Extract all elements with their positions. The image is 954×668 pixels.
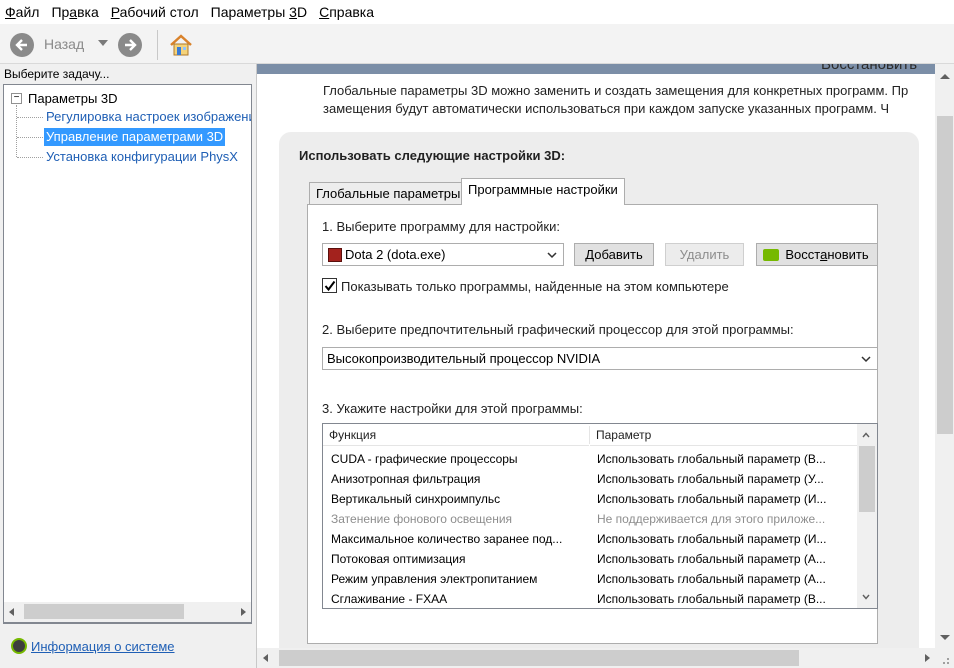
menu-edit[interactable]: Правка bbox=[46, 0, 103, 24]
home-button[interactable] bbox=[168, 33, 194, 57]
system-info-icon bbox=[11, 638, 27, 654]
resize-grip-icon[interactable] bbox=[933, 648, 953, 668]
table-row[interactable]: Вертикальный синхроимпульс Использовать г… bbox=[323, 489, 857, 509]
settings-table: Функция Параметр CUDA - графические проц… bbox=[322, 423, 878, 609]
scroll-up-icon[interactable] bbox=[862, 432, 870, 438]
table-row[interactable]: CUDA - графические процессоры Использоват… bbox=[323, 449, 857, 469]
column-header-value[interactable]: Параметр bbox=[590, 424, 857, 446]
back-button[interactable] bbox=[10, 33, 34, 57]
menu-3d-settings[interactable]: Параметры 3D bbox=[206, 0, 312, 24]
dota2-icon bbox=[328, 248, 342, 262]
program-select[interactable]: Dota 2 (dota.exe) bbox=[322, 243, 564, 266]
tree-root-3d-settings[interactable]: Параметры 3D bbox=[28, 91, 118, 106]
scrollbar-thumb[interactable] bbox=[859, 446, 875, 512]
tree-item-adjust-image-settings[interactable]: Регулировка настроек изображения bbox=[44, 108, 251, 126]
settings-panel: Использовать следующие настройки 3D: Гло… bbox=[279, 132, 919, 648]
step1-label: 1. Выберите программу для настройки: bbox=[322, 219, 560, 234]
table-row[interactable]: Максимальное количество заранее под... Ис… bbox=[323, 529, 857, 549]
task-tree: − Параметры 3D Регулировка настроек изоб… bbox=[3, 84, 252, 624]
home-icon bbox=[170, 34, 192, 56]
scroll-down-icon[interactable] bbox=[940, 635, 950, 640]
scroll-left-icon[interactable] bbox=[9, 608, 14, 616]
back-history-dropdown-icon[interactable] bbox=[98, 40, 108, 46]
scroll-down-icon[interactable] bbox=[862, 594, 870, 600]
step2-label: 2. Выберите предпочтительный графический… bbox=[322, 322, 794, 337]
step3-label: 3. Укажите настройки для этой программы: bbox=[322, 401, 583, 416]
table-row[interactable]: Потоковая оптимизация Использовать глобал… bbox=[323, 549, 857, 569]
back-label[interactable]: Назад bbox=[44, 36, 84, 52]
tab-content: 1. Выберите программу для настройки: Dot… bbox=[307, 204, 878, 644]
panel-title: Использовать следующие настройки 3D: bbox=[299, 148, 566, 163]
toolbar-separator bbox=[157, 30, 158, 60]
collapse-expander-icon[interactable]: − bbox=[11, 93, 22, 104]
scroll-left-icon[interactable] bbox=[263, 654, 268, 662]
chevron-down-icon bbox=[547, 252, 557, 259]
scrollbar-thumb[interactable] bbox=[24, 604, 184, 619]
chevron-down-icon bbox=[861, 356, 871, 363]
tab-global-settings[interactable]: Глобальные параметры bbox=[309, 182, 468, 204]
remove-program-button[interactable]: Удалить bbox=[665, 243, 744, 266]
nvidia-logo-icon bbox=[763, 249, 779, 261]
tree-item-physx-configuration[interactable]: Установка конфигурации PhysX bbox=[44, 148, 240, 166]
forward-button[interactable] bbox=[118, 33, 142, 57]
tree-item-manage-3d-settings[interactable]: Управление параметрами 3D bbox=[44, 128, 226, 146]
system-info-link[interactable]: Информация о системе bbox=[31, 639, 175, 654]
scroll-right-icon[interactable] bbox=[241, 608, 246, 616]
menu-file[interactable]: Файл bbox=[0, 0, 44, 24]
menu-desktop[interactable]: Рабочий стол bbox=[106, 0, 204, 24]
column-header-feature[interactable]: Функция bbox=[323, 424, 589, 446]
content-vertical-scrollbar[interactable] bbox=[935, 64, 954, 648]
table-vertical-scrollbar[interactable] bbox=[857, 424, 877, 608]
table-row[interactable]: Затенение фонового освещения Не поддержив… bbox=[323, 509, 857, 529]
content-horizontal-scrollbar[interactable] bbox=[257, 648, 954, 668]
tree-connector bbox=[17, 117, 43, 118]
tree-connector bbox=[17, 157, 43, 158]
checkmark-icon bbox=[324, 280, 336, 292]
show-only-found-label[interactable]: Показывать только программы, найденные н… bbox=[341, 279, 729, 294]
menu-bar: Файл Правка Рабочий стол Параметры 3D Сп… bbox=[0, 0, 954, 24]
task-pane-header: Выберите задачу... bbox=[4, 67, 110, 81]
content-pane: Восстановить Глобальные параметры 3D мож… bbox=[256, 64, 954, 668]
scroll-up-icon[interactable] bbox=[940, 74, 950, 79]
tree-connector bbox=[17, 137, 43, 138]
forward-arrow-icon bbox=[125, 39, 137, 51]
gpu-select[interactable]: Высокопроизводительный процессор NVIDIA bbox=[322, 347, 878, 370]
tab-program-settings[interactable]: Программные настройки bbox=[461, 178, 625, 205]
add-program-button[interactable]: Добавить bbox=[574, 243, 654, 266]
table-row[interactable]: Сглаживание - FXAA Использовать глобальны… bbox=[323, 589, 857, 608]
back-arrow-icon bbox=[15, 39, 27, 51]
banner-restore-title: Восстановить bbox=[821, 64, 918, 73]
tree-connector bbox=[16, 105, 17, 157]
menu-help[interactable]: Справка bbox=[314, 0, 379, 24]
restore-button[interactable]: Восстановить bbox=[756, 243, 878, 266]
scroll-right-icon[interactable] bbox=[925, 654, 930, 662]
scrollbar-thumb[interactable] bbox=[937, 116, 953, 434]
table-row[interactable]: Анизотропная фильтрация Использовать глоб… bbox=[323, 469, 857, 489]
scrollbar-thumb[interactable] bbox=[279, 650, 799, 666]
show-only-found-checkbox[interactable] bbox=[322, 278, 337, 293]
tree-horizontal-scrollbar[interactable] bbox=[3, 602, 252, 623]
table-row[interactable]: Режим управления электропитанием Использо… bbox=[323, 569, 857, 589]
page-description: Глобальные параметры 3D можно заменить и… bbox=[323, 83, 909, 116]
toolbar: Назад bbox=[0, 24, 954, 64]
